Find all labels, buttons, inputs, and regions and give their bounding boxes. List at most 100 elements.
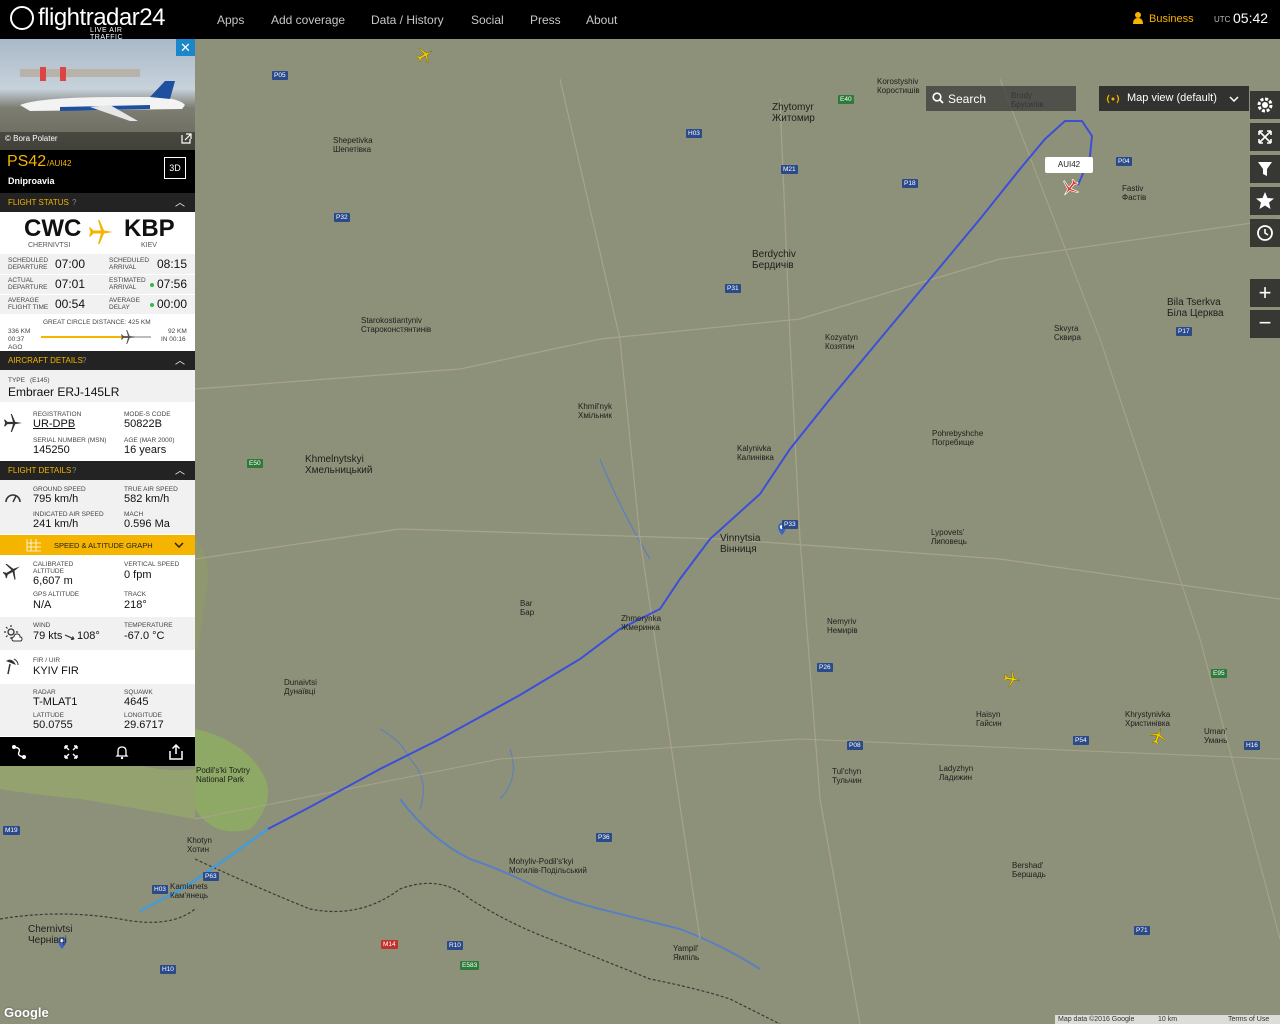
- aircraft-photo[interactable]: © Bora Polater: [0, 39, 195, 150]
- top-navigation-bar: flightradar24 LIVE AIR TRAFFIC Apps Add …: [0, 0, 1280, 41]
- speed-section: GROUND SPEED 795 km/h TRUE AIR SPEED 582…: [0, 480, 195, 534]
- times-label: AVERAGE: [8, 297, 39, 304]
- help-icon[interactable]: ?: [72, 461, 76, 480]
- road-shield: E40: [838, 95, 854, 104]
- nav-apps[interactable]: Apps: [217, 13, 244, 27]
- zoom-out-button[interactable]: −: [1250, 310, 1280, 338]
- place-label: Zhmerynka Жмеринка: [621, 614, 662, 632]
- route-icon[interactable]: [11, 744, 27, 760]
- bell-icon[interactable]: [114, 744, 130, 760]
- tas-label: TRUE AIR SPEED: [124, 486, 178, 493]
- time-flown: 00:37: [8, 336, 25, 343]
- indicated-air-speed: 241 km/h: [33, 518, 79, 530]
- times-label: SCHEDULED: [109, 257, 150, 264]
- external-link-icon[interactable]: [181, 133, 192, 144]
- nav-data-history[interactable]: Data / History: [371, 13, 444, 27]
- help-icon[interactable]: ?: [72, 193, 76, 212]
- longitude-label: LONGITUDE: [124, 712, 162, 719]
- fullscreen-button[interactable]: [1250, 123, 1280, 151]
- place-label: Khotyn Хотин: [187, 836, 212, 854]
- history-icon: [1257, 225, 1273, 241]
- temperature-value: -67.0 °C: [124, 630, 165, 642]
- speed-altitude-graph-button[interactable]: SPEED & ALTITUDE GRAPH: [0, 535, 195, 555]
- route-summary: CWC CHERNIVTSI KBP KIEV: [0, 212, 195, 252]
- place-label: Bar Бар: [520, 599, 535, 617]
- wind-speed: 79 kts: [33, 630, 63, 642]
- times-label: DELAY: [109, 304, 130, 311]
- aircraft-icon[interactable]: [417, 47, 433, 63]
- road-shield: P31: [725, 284, 741, 293]
- times-label: AVERAGE: [109, 297, 140, 304]
- view-3d-button[interactable]: 3D: [164, 157, 186, 179]
- road-shield: P08: [847, 741, 863, 750]
- business-account-link[interactable]: Business: [1133, 12, 1194, 25]
- nav-press[interactable]: Press: [530, 13, 561, 27]
- help-icon[interactable]: ?: [82, 351, 86, 370]
- origin-code: CWC: [24, 215, 82, 242]
- true-air-speed: 582 km/h: [124, 493, 170, 505]
- nav-add-coverage[interactable]: Add coverage: [271, 13, 345, 27]
- airline-name: Dniproavia: [8, 176, 55, 186]
- terms-link[interactable]: Terms of Use: [1228, 1015, 1269, 1024]
- share-icon[interactable]: [167, 743, 185, 761]
- playback-button[interactable]: [1250, 219, 1280, 247]
- fir-section: FIR / UIR KYIV FIR: [0, 651, 195, 683]
- star-icon: [1256, 192, 1274, 209]
- flight-details-header[interactable]: FLIGHT DETAILS? ︿: [0, 461, 195, 480]
- times-label: ESTIMATED: [109, 277, 146, 284]
- road-shield: P17: [1176, 327, 1192, 336]
- times-label: SCHEDULED: [8, 257, 49, 264]
- zoom-in-button[interactable]: +: [1250, 279, 1280, 307]
- photo-credit: © Bora Polater: [5, 134, 58, 143]
- filter-button[interactable]: [1250, 155, 1280, 183]
- road-shield: P18: [902, 179, 918, 188]
- times-label: ARRIVAL: [109, 284, 137, 291]
- search-box[interactable]: Search: [926, 86, 1076, 111]
- nav-about[interactable]: About: [586, 13, 617, 27]
- flight-times-table: SCHEDULED DEPARTURE 07:00 SCHEDULED ARRI…: [0, 254, 195, 314]
- ground-speed: 795 km/h: [33, 493, 79, 505]
- route-plane-icon: [89, 220, 113, 244]
- flightradar24-logo[interactable]: flightradar24 LIVE AIR TRAFFIC: [10, 4, 165, 41]
- favorites-button[interactable]: [1250, 187, 1280, 215]
- road-shield: P05: [272, 71, 288, 80]
- user-icon: [1133, 12, 1143, 24]
- climb-icon: [3, 563, 20, 580]
- altitude-section: CALIBRATED ALTITUDE 6,607 m VERTICAL SPE…: [0, 556, 195, 616]
- flight-track-line: [139, 120, 1094, 912]
- progress-plane-icon: [120, 330, 135, 344]
- map-view-dropdown[interactable]: Map view (default): [1099, 86, 1249, 111]
- aircraft-icon[interactable]: [1004, 671, 1020, 687]
- place-label: Nemyriv Немирів: [827, 617, 858, 635]
- selected-aircraft-icon[interactable]: [1061, 179, 1079, 197]
- flight-status-header[interactable]: FLIGHT STATUS? ︿: [0, 193, 195, 212]
- graph-icon: [26, 539, 41, 552]
- road-shield: H03: [152, 885, 168, 894]
- aircraft-icon[interactable]: [1150, 728, 1166, 744]
- expand-icon: [1258, 130, 1272, 144]
- road-shield: M14: [381, 940, 398, 949]
- calibrated-altitude: 6,607 m: [33, 575, 73, 587]
- fir-label: FIR / UIR: [33, 657, 61, 664]
- follow-icon[interactable]: [63, 744, 79, 760]
- map-attribution-bar: Map data ©2016 Google 10 km Terms of Use: [1055, 1015, 1280, 1024]
- settings-button[interactable]: [1250, 91, 1280, 119]
- map-attribution: Map data ©2016 Google: [1058, 1016, 1135, 1023]
- aircraft-details-header[interactable]: AIRCRAFT DETAILS? ︿: [0, 351, 195, 370]
- place-label: Kalynivka Калинівка: [737, 444, 774, 462]
- collapse-icon: ︿: [175, 466, 185, 477]
- flight-header: PS42 /AUI42 Dniproavia 3D: [0, 150, 195, 193]
- registration-link[interactable]: UR-DPB: [33, 418, 75, 430]
- place-label: Dunaivtsi Дунаївці: [284, 678, 317, 696]
- close-panel-button[interactable]: ✕: [176, 39, 195, 56]
- nav-social[interactable]: Social: [471, 13, 504, 27]
- road-shield: P32: [334, 213, 350, 222]
- road-shield: H03: [686, 129, 702, 138]
- vertical-speed: 0 fpm: [124, 569, 152, 581]
- distance-flown: 336 KM: [8, 328, 31, 335]
- type-label: TYPE: [8, 377, 25, 384]
- flight-info-panel: © Bora Polater ✕ PS42 /AUI42 Dniproavia …: [0, 39, 195, 766]
- times-value: 07:56: [157, 277, 188, 291]
- flight-tag[interactable]: AUI42: [1045, 157, 1093, 173]
- place-label: Yampil' Ямпіль: [673, 944, 700, 962]
